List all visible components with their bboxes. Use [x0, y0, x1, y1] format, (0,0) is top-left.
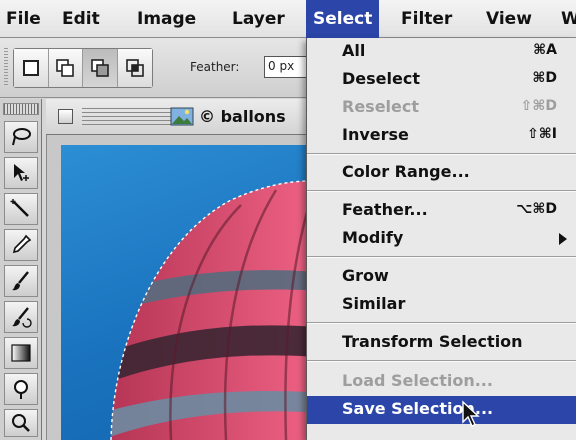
new-selection-icon[interactable] — [14, 49, 49, 87]
menu-image[interactable]: Image — [137, 0, 196, 38]
menu-item-load-selection: Load Selection... — [342, 371, 493, 390]
menu-item-feather[interactable]: Feather... ⌥⌘D — [307, 197, 576, 225]
menu-file[interactable]: File — [6, 0, 41, 38]
menu-item-transform-selection[interactable]: Transform Selection — [307, 329, 576, 357]
menu-filter[interactable]: Filter — [401, 0, 452, 38]
image-file-icon — [170, 107, 194, 126]
menu-layer[interactable]: Layer — [232, 0, 285, 38]
menu-item-reselect: Reselect ⇧⌘D — [342, 97, 557, 116]
menu-edit[interactable]: Edit — [62, 0, 100, 38]
pointer-cursor-icon — [462, 400, 480, 427]
menu-separator — [307, 360, 576, 362]
zoom-icon[interactable] — [4, 409, 38, 437]
selection-mode-group — [13, 48, 153, 88]
menu-window[interactable]: W — [561, 0, 576, 38]
menu-item-inverse[interactable]: Inverse ⇧⌘I — [307, 122, 576, 150]
feather-field[interactable]: 0 px — [264, 56, 310, 78]
menu-separator — [307, 256, 576, 258]
dodge-icon[interactable] — [4, 373, 38, 405]
subtract-from-selection-icon[interactable] — [83, 49, 118, 87]
feather-label: Feather: — [190, 60, 240, 74]
menu-item-grow[interactable]: Grow — [307, 263, 576, 291]
close-box-icon[interactable] — [58, 109, 73, 124]
menu-bar: File Edit Image Layer Select Filter View… — [0, 0, 576, 38]
menu-item-save-selection[interactable]: Save Selection... — [307, 396, 576, 424]
intersect-selection-icon[interactable] — [117, 49, 152, 87]
toolbox-title-bar[interactable] — [3, 103, 39, 115]
eyedropper-icon[interactable] — [4, 229, 38, 261]
lasso-icon[interactable] — [4, 121, 38, 153]
toolbox — [0, 99, 42, 440]
menu-view[interactable]: View — [486, 0, 532, 38]
select-menu-dropdown: All ⌘A Deselect ⌘D Reselect ⇧⌘D Inverse ⇧⌘I … — [306, 38, 576, 440]
menu-item-similar[interactable]: Similar — [307, 291, 576, 319]
move-icon[interactable] — [4, 157, 38, 189]
menu-item-deselect[interactable]: Deselect ⌘D — [307, 66, 576, 94]
submenu-arrow-icon — [559, 233, 567, 245]
document-title: © ballons — [199, 107, 286, 126]
menu-separator — [307, 322, 576, 324]
history-brush-icon[interactable] — [4, 301, 38, 333]
magic-wand-icon[interactable] — [4, 193, 38, 225]
menu-separator — [307, 153, 576, 155]
brush-icon[interactable] — [4, 265, 38, 297]
add-to-selection-icon[interactable] — [48, 49, 83, 87]
menu-item-color-range[interactable]: Color Range... — [307, 159, 576, 187]
options-bar-grip[interactable] — [4, 48, 8, 86]
gradient-icon[interactable] — [4, 337, 38, 369]
menu-separator — [307, 190, 576, 192]
menu-select[interactable]: Select — [306, 0, 380, 38]
menu-item-modify[interactable]: Modify — [307, 225, 576, 253]
menu-item-all[interactable]: All ⌘A — [307, 38, 576, 66]
